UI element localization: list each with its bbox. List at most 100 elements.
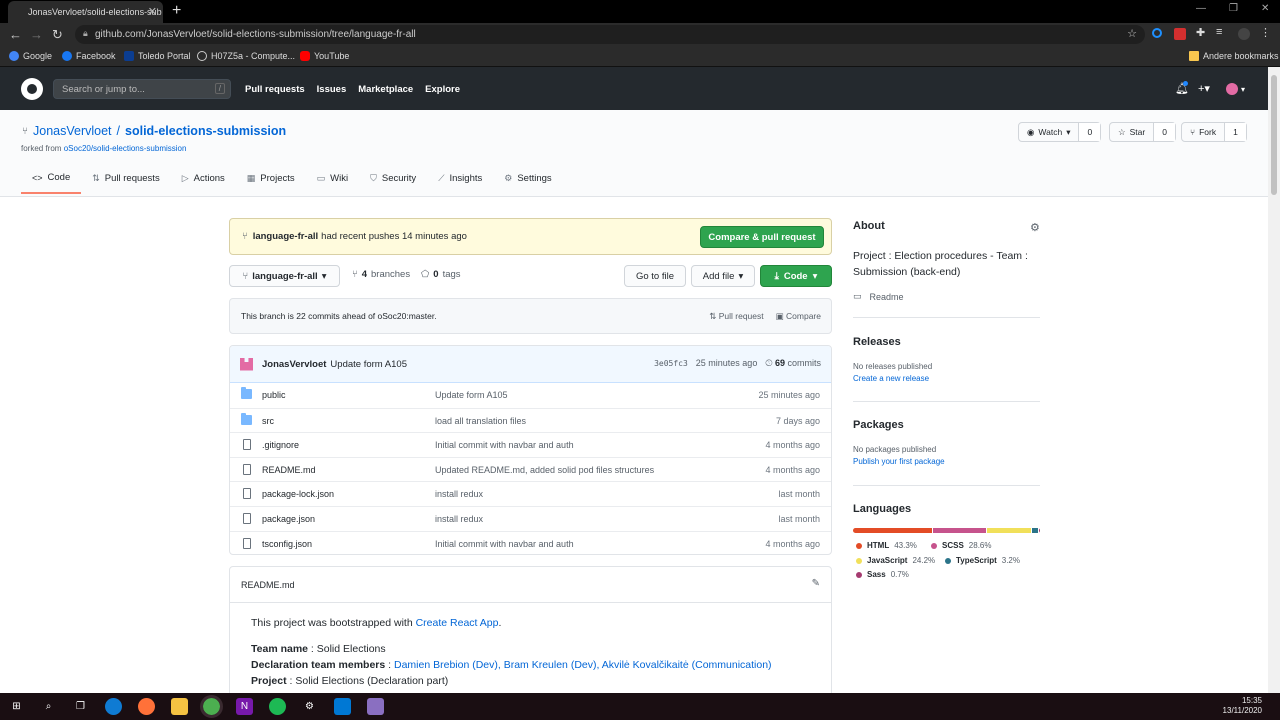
bookmark-google[interactable]: Google [9, 51, 52, 61]
readme-link[interactable]: ▭ Readme [853, 291, 1040, 302]
packages-title[interactable]: Packages [853, 419, 1040, 431]
commits-link[interactable]: 🕓︎ 69 commits [765, 358, 821, 369]
table-row[interactable]: public Update form A105 25 minutes ago [230, 383, 831, 408]
file-name-link[interactable]: package.json [262, 514, 315, 524]
file-explorer-icon[interactable] [171, 698, 188, 715]
github-logo-icon[interactable] [21, 78, 43, 100]
other-bookmarks[interactable]: Andere bookmarks [1189, 51, 1279, 61]
menu-icon[interactable]: ⋮ [1260, 26, 1272, 39]
commit-author[interactable]: JonasVervloet [262, 359, 326, 370]
go-to-file-button[interactable]: Go to file [624, 265, 686, 287]
bookmark-h07z5a[interactable]: H07Z5a - Compute... [197, 51, 295, 61]
create-react-app-link[interactable]: Create React App [416, 617, 499, 629]
commit-message[interactable]: Update form A105 [330, 359, 407, 370]
tab-pull-requests[interactable]: ⇅ Pull requests [81, 172, 170, 194]
edge-icon[interactable] [105, 698, 122, 715]
profile-icon[interactable] [1238, 28, 1250, 40]
language-item[interactable]: TypeScript 3.2% [945, 556, 1020, 565]
repo-name-link[interactable]: solid-elections-submission [125, 124, 286, 138]
file-name-link[interactable]: .gitignore [262, 440, 299, 450]
scrollbar-thumb[interactable] [1271, 75, 1277, 195]
reload-icon[interactable]: ↻ [52, 27, 63, 43]
releases-title[interactable]: Releases [853, 336, 1040, 348]
file-name-link[interactable]: README.md [262, 465, 316, 475]
maximize-icon[interactable]: ❐ [1229, 3, 1238, 14]
fork-button[interactable]: ⑂ Fork 1 [1181, 122, 1247, 142]
github-desktop-icon[interactable] [367, 698, 384, 715]
file-commit-message[interactable]: Initial commit with navbar and auth [435, 539, 574, 549]
close-window-icon[interactable]: ✕ [1261, 3, 1269, 14]
pull-request-link[interactable]: ⇅ Pull request [709, 311, 763, 322]
table-row[interactable]: README.md Updated README.md, added solid … [230, 456, 831, 482]
tags-link[interactable]: ⬠ 0 tags [421, 269, 461, 280]
code-button[interactable]: ⤓ Code ▾ [760, 265, 832, 287]
bookmark-youtube[interactable]: YouTube [300, 51, 349, 61]
table-row[interactable]: tsconfig.json Initial commit with navbar … [230, 530, 831, 554]
create-new-icon[interactable]: +▾ [1198, 82, 1210, 95]
system-clock[interactable]: 15:35 13/11/2020 [1223, 696, 1262, 716]
file-name-link[interactable]: public [262, 390, 286, 400]
nav-issues[interactable]: Issues [317, 84, 347, 95]
onenote-icon[interactable]: N [236, 698, 253, 715]
members-link[interactable]: Damien Brebion (Dev), Bram Kreulen (Dev)… [394, 659, 772, 671]
tab-security[interactable]: ⛉ Security [359, 172, 427, 194]
language-item[interactable]: Sass 0.7% [856, 570, 909, 579]
nav-marketplace[interactable]: Marketplace [358, 84, 413, 95]
nav-pull-requests[interactable]: Pull requests [245, 84, 305, 95]
adblock-icon[interactable] [1174, 28, 1186, 40]
repo-owner-link[interactable]: JonasVervloet [33, 124, 112, 138]
extension-icon[interactable] [1152, 28, 1162, 38]
spotify-icon[interactable] [269, 698, 286, 715]
close-tab-icon[interactable]: ✕ [148, 5, 157, 18]
task-view-icon[interactable]: ❐ [72, 698, 89, 715]
language-item[interactable]: HTML 43.3% [856, 541, 917, 550]
page-scrollbar[interactable] [1268, 67, 1280, 693]
file-name-link[interactable]: src [262, 416, 274, 426]
compare-link[interactable]: ▣ Compare [776, 311, 821, 322]
settings-gear-icon[interactable]: ⚙ [301, 698, 318, 715]
table-row[interactable]: src load all translation files 7 days ago [230, 407, 831, 433]
pencil-icon[interactable]: ✎ [812, 578, 820, 589]
commit-sha[interactable]: 3e05fc3 [654, 359, 688, 369]
table-row[interactable]: package.json install redux last month [230, 505, 831, 531]
bookmark-facebook[interactable]: Facebook [62, 51, 116, 61]
tab-actions[interactable]: ▷ Actions [171, 172, 236, 194]
search-icon[interactable]: ⌕ [40, 698, 57, 715]
tab-insights[interactable]: ⟋ Insights [427, 172, 493, 194]
chrome-icon[interactable] [200, 695, 223, 718]
tab-settings[interactable]: ⚙ Settings [493, 172, 562, 194]
forward-icon[interactable]: → [30, 27, 43, 42]
gear-icon[interactable]: ⚙ [1030, 221, 1040, 234]
file-commit-message[interactable]: install redux [435, 514, 483, 524]
language-item[interactable]: JavaScript 24.2% [856, 556, 935, 565]
tab-wiki[interactable]: ▭ Wiki [306, 172, 359, 194]
forked-from-link[interactable]: oSoc20/solid-elections-submission [64, 144, 187, 153]
publish-package-link[interactable]: Publish your first package [853, 457, 945, 466]
tab-code[interactable]: <> Code [21, 172, 82, 194]
star-count[interactable]: 0 [1153, 123, 1175, 141]
branches-link[interactable]: ⑂ 4 branches [352, 269, 410, 280]
file-commit-message[interactable]: load all translation files [435, 416, 526, 426]
puzzle-icon[interactable]: ✚ [1196, 26, 1208, 39]
reading-list-icon[interactable]: ≡ [1216, 26, 1228, 38]
vscode-icon[interactable] [334, 698, 351, 715]
user-avatar[interactable] [1226, 83, 1238, 95]
star-button[interactable]: ☆ Star 0 [1109, 122, 1176, 142]
add-file-button[interactable]: Add file ▾ [691, 265, 755, 287]
create-release-link[interactable]: Create a new release [853, 374, 929, 383]
file-commit-message[interactable]: install redux [435, 489, 483, 499]
table-row[interactable]: .gitignore Initial commit with navbar and… [230, 432, 831, 457]
minimize-icon[interactable]: — [1196, 3, 1206, 14]
watch-button[interactable]: ◉ Watch ▾ 0 [1018, 122, 1102, 142]
file-name-link[interactable]: tsconfig.json [262, 539, 312, 549]
nav-explore[interactable]: Explore [425, 84, 460, 95]
search-input[interactable]: Search or jump to... / [53, 79, 231, 99]
language-item[interactable]: SCSS 28.6% [931, 541, 991, 550]
file-commit-message[interactable]: Updated README.md, added solid pod files… [435, 465, 654, 475]
bookmark-star-icon[interactable]: ☆ [1127, 27, 1137, 40]
tab-projects[interactable]: ▦ Projects [236, 172, 306, 194]
back-icon[interactable]: ← [9, 27, 22, 42]
file-name-link[interactable]: package-lock.json [262, 489, 334, 499]
file-commit-message[interactable]: Update form A105 [435, 390, 508, 400]
address-bar[interactable]: 🔒︎ github.com/JonasVervloet/solid-electi… [75, 25, 1145, 44]
